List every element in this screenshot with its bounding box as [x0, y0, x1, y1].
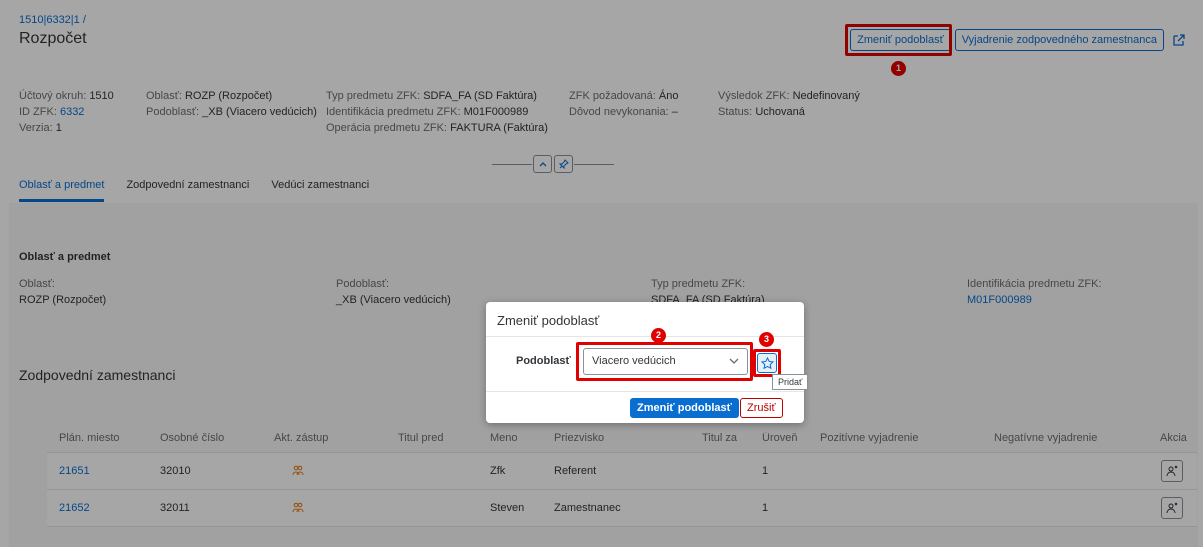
dialog-footer: Zmeniť podoblasť Zrušiť	[486, 391, 804, 423]
cancel-button[interactable]: Zrušiť	[740, 398, 783, 418]
highlight-add-button	[753, 349, 781, 377]
divider	[486, 336, 804, 337]
confirm-change-subarea-button[interactable]: Zmeniť podoblasť	[630, 398, 739, 418]
dialog-title: Zmeniť podoblasť	[497, 313, 600, 328]
modal-overlay	[0, 0, 1203, 547]
highlight-subarea-select	[576, 342, 753, 381]
change-subarea-dialog: Zmeniť podoblasť Podoblasť Viacero vedúc…	[486, 302, 809, 423]
step-badge-2: 2	[651, 328, 666, 343]
step-badge-3: 3	[759, 332, 774, 347]
subarea-label: Podoblasť	[516, 355, 571, 367]
add-tooltip: Pridať	[772, 374, 809, 390]
